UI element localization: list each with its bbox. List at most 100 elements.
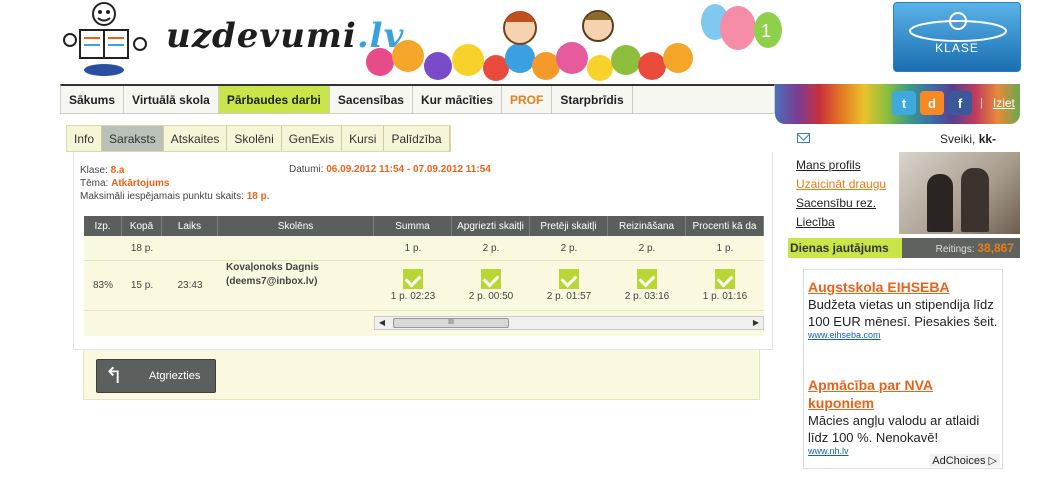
svg-text:1: 1 bbox=[761, 21, 771, 41]
social-links: t d f | Iziet bbox=[892, 90, 1015, 116]
nav-prof[interactable]: PROF bbox=[502, 86, 553, 113]
nav-kur-macities[interactable]: Kur mācīties bbox=[413, 86, 502, 113]
back-arrow-icon: ↰ bbox=[104, 363, 124, 388]
checkmark-icon bbox=[637, 269, 657, 289]
nav-parbaudes-darbi[interactable]: Pārbaudes darbi bbox=[218, 86, 330, 113]
dates-value: 06.09.2012 11:54 - 07.09.2012 11:54 bbox=[326, 164, 491, 175]
col-apgriezti[interactable]: Apgriezti skaitļi bbox=[452, 216, 530, 236]
table-header: Izp. Kopā Laiks Skolēns Summa Apgriezti … bbox=[84, 216, 764, 236]
col-skolens[interactable]: Skolēns bbox=[218, 216, 374, 236]
subnav-info[interactable]: Info bbox=[67, 126, 103, 151]
mascot-book-icon bbox=[63, 2, 147, 76]
col-preteji[interactable]: Pretēji skaitļi bbox=[530, 216, 608, 236]
subnav-palidziba[interactable]: Palīdzība bbox=[384, 126, 450, 151]
ad-title[interactable]: Apmācība par NVA kuponiem bbox=[808, 376, 998, 412]
table-row[interactable]: 83% 15 p. 23:43 Kovaļonoks Dagnis (deems… bbox=[84, 261, 764, 311]
result-text: 2 p. 03:16 bbox=[624, 291, 670, 302]
greeting-prefix: Sveiki, bbox=[940, 132, 976, 146]
main-nav: Sākums Virtuālā skola Pārbaudes darbi Sa… bbox=[60, 84, 775, 114]
col-izp[interactable]: Izp. bbox=[84, 216, 122, 236]
ads-box: Augstskola EIHSEBA Budžeta vietas un sti… bbox=[803, 269, 1003, 469]
envelope-icon[interactable] bbox=[797, 133, 810, 143]
result-cell[interactable]: 2 p. 03:16 bbox=[608, 261, 686, 310]
nav-sakums[interactable]: Sākums bbox=[61, 86, 125, 113]
main-navigation-bar: Sākums Virtuālā skola Pārbaudes darbi Sa… bbox=[60, 84, 1020, 124]
percent-cell: 83% bbox=[92, 280, 113, 291]
col-summa[interactable]: Summa bbox=[374, 216, 452, 236]
adchoices-label[interactable]: AdChoices ▷ bbox=[929, 454, 1000, 467]
max-points-value: 18 p. bbox=[246, 191, 270, 202]
table-cell: 2 p. bbox=[482, 242, 500, 254]
ad-item[interactable]: Augstskola EIHSEBA Budžeta vietas un sti… bbox=[808, 278, 998, 340]
link-my-profile[interactable]: Mans profils bbox=[796, 158, 886, 172]
eklase-emblem-icon bbox=[909, 12, 1007, 42]
flowers-kids-illustration-icon: 1 bbox=[366, 4, 782, 81]
table-cell: 2 p. bbox=[638, 242, 656, 254]
scroll-right-icon[interactable]: ▶ bbox=[749, 317, 763, 329]
test-results-panel: Klase: 8.a Tēma: Atkārtojums Maksimāli i… bbox=[73, 152, 773, 350]
link-invite-friend[interactable]: Uzaicināt draugu bbox=[796, 177, 886, 191]
header-banner: uzdevumi.lv 1 bbox=[60, 0, 782, 86]
student-cell[interactable]: Kovaļonoks Dagnis (deems7@inbox.lv) bbox=[218, 261, 374, 310]
sub-navigation: Info Saraksts Atskaites Skolēni GenExis … bbox=[66, 125, 451, 152]
logout-link[interactable]: Iziet bbox=[993, 96, 1015, 110]
col-reizinasana[interactable]: Reizināšana bbox=[608, 216, 686, 236]
person-silhouette bbox=[961, 168, 989, 232]
col-laiks[interactable]: Laiks bbox=[162, 216, 218, 236]
results-table: Izp. Kopā Laiks Skolēns Summa Apgriezti … bbox=[84, 216, 764, 336]
ad-item[interactable]: Apmācība par NVA kuponiem Mācies angļu v… bbox=[808, 376, 998, 456]
horizontal-scrollbar[interactable]: ◀ III ▶ bbox=[374, 316, 764, 330]
col-kopa[interactable]: Kopā bbox=[122, 216, 162, 236]
table-cell: 1 p. bbox=[716, 242, 734, 254]
table-cell: 1 p. bbox=[404, 242, 422, 254]
nav-starpbridis[interactable]: Starpbrīdis bbox=[552, 86, 633, 113]
result-cell[interactable]: 2 p. 00:50 bbox=[452, 261, 530, 310]
ad-description: Mācies angļu valodu ar atlaidi līdz 100 … bbox=[808, 413, 980, 445]
link-competition-results[interactable]: Sacensību rez. bbox=[796, 196, 886, 210]
back-button[interactable]: ↰ Atgriezties bbox=[96, 359, 216, 393]
result-cell[interactable]: 1 p. 02:23 bbox=[374, 261, 452, 310]
student-email: (deems7@inbox.lv) bbox=[226, 276, 318, 287]
subnav-saraksts[interactable]: Saraksts bbox=[102, 126, 164, 151]
subnav-kursi[interactable]: Kursi bbox=[342, 126, 385, 151]
max-points-label: Maksimāli iespējamais punktu skaits: bbox=[80, 191, 244, 202]
page: uzdevumi.lv 1 KLASE Sākums Virtuālā skol… bbox=[0, 0, 1045, 482]
facebook-icon[interactable]: f bbox=[948, 91, 972, 115]
nav-virtuala-skola[interactable]: Virtuālā skola bbox=[124, 86, 219, 113]
user-greeting: Sveiki, kk- bbox=[940, 132, 996, 146]
result-text: 2 p. 01:57 bbox=[546, 291, 592, 302]
result-text: 1 p. 01:16 bbox=[702, 291, 748, 302]
rating-label: Reitings: bbox=[935, 244, 975, 255]
person-silhouette bbox=[927, 174, 953, 232]
scroll-left-icon[interactable]: ◀ bbox=[375, 317, 389, 329]
result-cell[interactable]: 1 p. 01:16 bbox=[686, 261, 764, 310]
subnav-atskaites[interactable]: Atskaites bbox=[164, 126, 228, 151]
col-procenti[interactable]: Procenti kā da bbox=[686, 216, 764, 236]
subnav-genexis[interactable]: GenExis bbox=[282, 126, 343, 151]
daily-question-tab[interactable]: Dienas jautājums bbox=[788, 238, 902, 258]
dates-label: Datumi: bbox=[289, 164, 324, 175]
table-cell bbox=[218, 236, 374, 260]
subnav-skoleni[interactable]: Skolēni bbox=[227, 126, 282, 151]
ad-description: Budžeta vietas un stipendija līdz 100 EU… bbox=[808, 297, 998, 329]
rating-value: 38,867 bbox=[977, 241, 1014, 255]
profile-links: Mans profils Uzaicināt draugu Sacensību … bbox=[796, 158, 886, 229]
nav-sacensibas[interactable]: Sacensības bbox=[330, 86, 413, 113]
back-button-label: Atgriezties bbox=[149, 370, 201, 382]
scrollbar-thumb[interactable]: III bbox=[393, 318, 509, 328]
eklase-logo[interactable]: KLASE bbox=[893, 2, 1021, 72]
twitter-icon[interactable]: t bbox=[892, 91, 916, 115]
draugiem-icon[interactable]: d bbox=[920, 91, 944, 115]
ad-url[interactable]: www.eihseba.com bbox=[808, 330, 998, 340]
result-cell[interactable]: 2 p. 01:57 bbox=[530, 261, 608, 310]
link-report-card[interactable]: Liecība bbox=[796, 215, 886, 229]
table-cell bbox=[84, 236, 122, 260]
table-cell: 18 p. bbox=[130, 242, 154, 254]
ad-title[interactable]: Augstskola EIHSEBA bbox=[808, 278, 998, 296]
user-photo[interactable] bbox=[899, 152, 1020, 234]
eklase-label: KLASE bbox=[935, 41, 979, 55]
test-info: Klase: 8.a Tēma: Atkārtojums Maksimāli i… bbox=[80, 164, 270, 203]
table-cell bbox=[162, 236, 218, 260]
checkmark-icon bbox=[559, 269, 579, 289]
student-name: Kovaļonoks Dagnis bbox=[226, 262, 319, 273]
